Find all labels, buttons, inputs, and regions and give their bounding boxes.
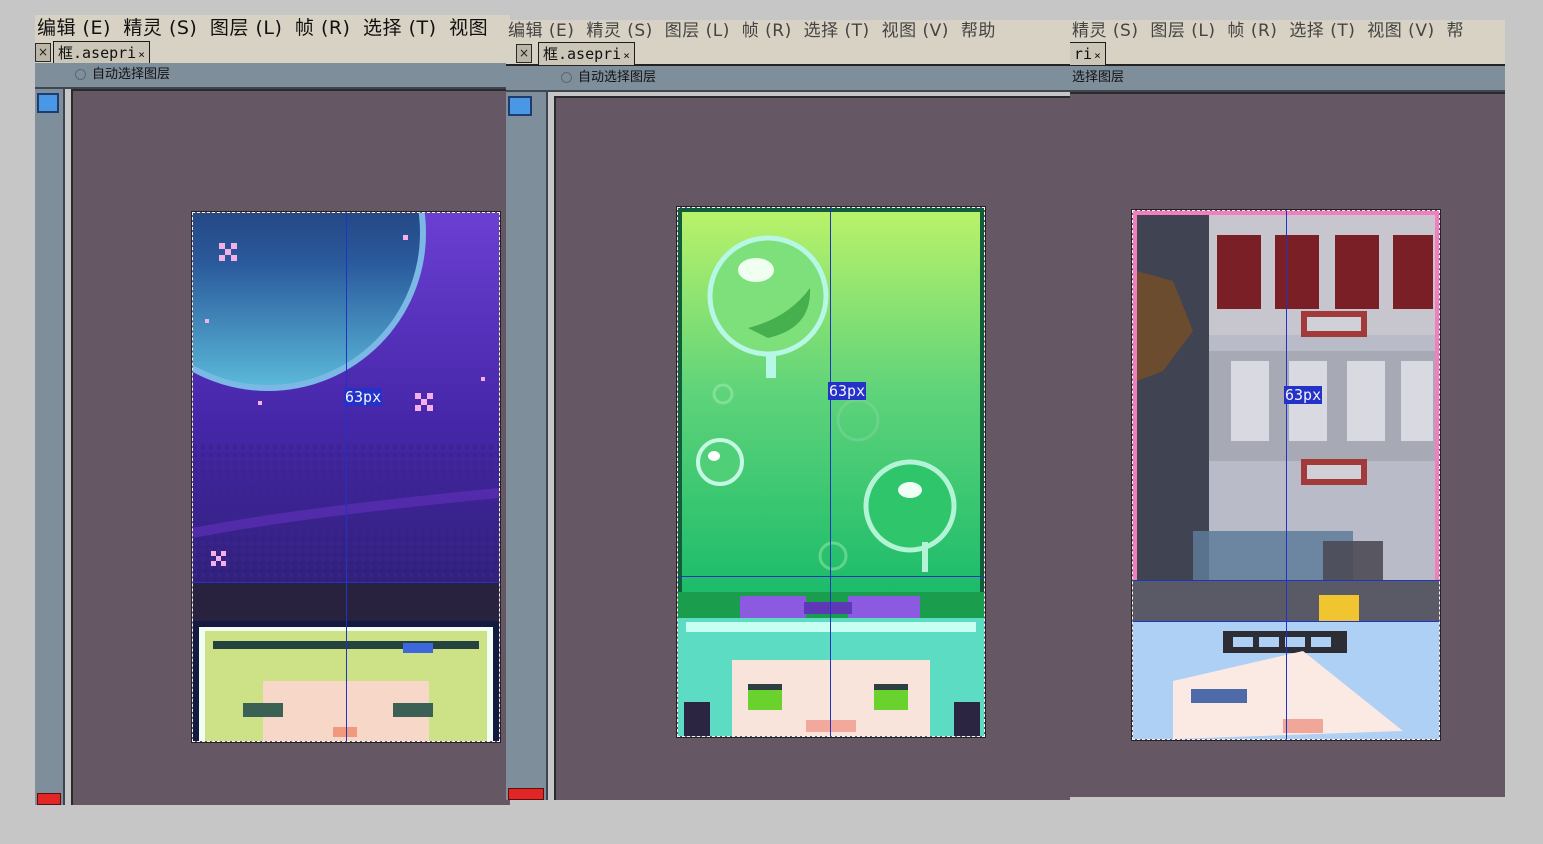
tab-bar: × 框.asepri ×	[506, 42, 1070, 66]
close-icon[interactable]: ×	[1094, 49, 1101, 62]
menu-bar: 编辑 (E) 精灵 (S) 图层 (L) 帧 (R) 选择 (T) 视图	[35, 15, 510, 41]
auto-select-layer-label[interactable]: 选择图层	[1072, 70, 1124, 85]
menu-bar: 编辑 (E) 精灵 (S) 图层 (L) 帧 (R) 选择 (T) 视图 (V)…	[506, 20, 1070, 42]
sprite-canvas-arcade[interactable]: 63px	[1132, 210, 1440, 740]
menu-layer[interactable]: 图层 (L)	[1150, 21, 1215, 41]
menu-sprite[interactable]: 精灵 (S)	[586, 21, 652, 41]
horizontal-guide	[193, 582, 499, 583]
tab-document[interactable]: 框.asepri ×	[538, 42, 635, 65]
tab-document-label: 框.asepri	[58, 44, 137, 62]
menu-select[interactable]: 选择 (T)	[1289, 21, 1355, 41]
menu-bar: 精灵 (S) 图层 (L) 帧 (R) 选择 (T) 视图 (V) 帮	[1070, 20, 1505, 42]
close-tab-icon[interactable]: ×	[35, 43, 51, 62]
tab-document[interactable]: 框.asepri ×	[53, 41, 150, 64]
editor-panel-right: 精灵 (S) 图层 (L) 帧 (R) 选择 (T) 视图 (V) 帮 ri × …	[1070, 20, 1505, 797]
menu-view[interactable]: 视图 (V)	[1367, 21, 1434, 41]
menu-help[interactable]: 帮助	[961, 21, 996, 41]
menu-frame[interactable]: 帧 (R)	[1227, 21, 1277, 41]
editor-panel-middle: 编辑 (E) 精灵 (S) 图层 (L) 帧 (R) 选择 (T) 视图 (V)…	[506, 20, 1070, 800]
fg-color-swatch[interactable]	[508, 96, 532, 116]
editor-panel-left: 编辑 (E) 精灵 (S) 图层 (L) 帧 (R) 选择 (T) 视图 × 框…	[35, 15, 510, 805]
horizontal-guide	[678, 576, 984, 577]
horizontal-guide-2	[1133, 621, 1439, 622]
sprite-canvas-space[interactable]: 63px	[192, 212, 500, 742]
context-toolbar: 自动选择图层	[506, 66, 1070, 92]
menu-select[interactable]: 选择 (T)	[804, 21, 870, 41]
bg-color-swatch[interactable]	[508, 788, 544, 800]
menu-sprite[interactable]: 精灵 (S)	[1072, 21, 1138, 41]
menu-view[interactable]: 视图	[449, 17, 488, 39]
menu-layer[interactable]: 图层 (L)	[665, 21, 730, 41]
guide-distance-label: 63px	[344, 388, 383, 406]
sprite-canvas-bubbles[interactable]: 63px	[677, 207, 985, 737]
menu-edit[interactable]: 编辑 (E)	[508, 21, 574, 41]
menu-sprite[interactable]: 精灵 (S)	[123, 17, 197, 39]
menu-edit[interactable]: 编辑 (E)	[37, 17, 111, 39]
fg-color-swatch[interactable]	[37, 93, 59, 113]
menu-frame[interactable]: 帧 (R)	[742, 21, 792, 41]
bubbles-artwork	[678, 208, 984, 736]
guide-distance-label: 63px	[1284, 386, 1323, 404]
menu-view[interactable]: 视图 (V)	[882, 21, 949, 41]
tab-document[interactable]: ri ×	[1070, 42, 1106, 65]
close-tab-icon[interactable]: ×	[516, 44, 532, 63]
close-icon[interactable]: ×	[138, 48, 145, 61]
menu-layer[interactable]: 图层 (L)	[210, 17, 282, 39]
context-toolbar: 自动选择图层	[35, 63, 510, 89]
context-toolbar: 选择图层	[1070, 66, 1505, 92]
vertical-guide	[346, 213, 347, 741]
bg-color-swatch[interactable]	[37, 793, 61, 805]
guide-distance-label: 63px	[828, 382, 867, 400]
vertical-guide	[1286, 211, 1287, 739]
horizontal-guide	[1133, 580, 1439, 581]
auto-select-radio-icon[interactable]	[561, 72, 572, 83]
color-bar	[506, 92, 548, 800]
tab-bar: ri ×	[1070, 42, 1505, 66]
vertical-guide	[830, 208, 831, 736]
auto-select-layer-label[interactable]: 自动选择图层	[92, 67, 170, 82]
menu-frame[interactable]: 帧 (R)	[295, 17, 351, 39]
menu-select[interactable]: 选择 (T)	[363, 17, 436, 39]
auto-select-radio-icon[interactable]	[75, 69, 86, 80]
tab-bar: × 框.asepri ×	[35, 41, 510, 65]
bubble-small	[696, 438, 744, 486]
auto-select-layer-label[interactable]: 自动选择图层	[578, 70, 656, 85]
tab-document-label: ri	[1074, 45, 1093, 63]
menu-help[interactable]: 帮	[1447, 21, 1465, 41]
color-bar	[35, 89, 65, 805]
tab-document-label: 框.asepri	[543, 45, 622, 63]
close-icon[interactable]: ×	[623, 49, 630, 62]
